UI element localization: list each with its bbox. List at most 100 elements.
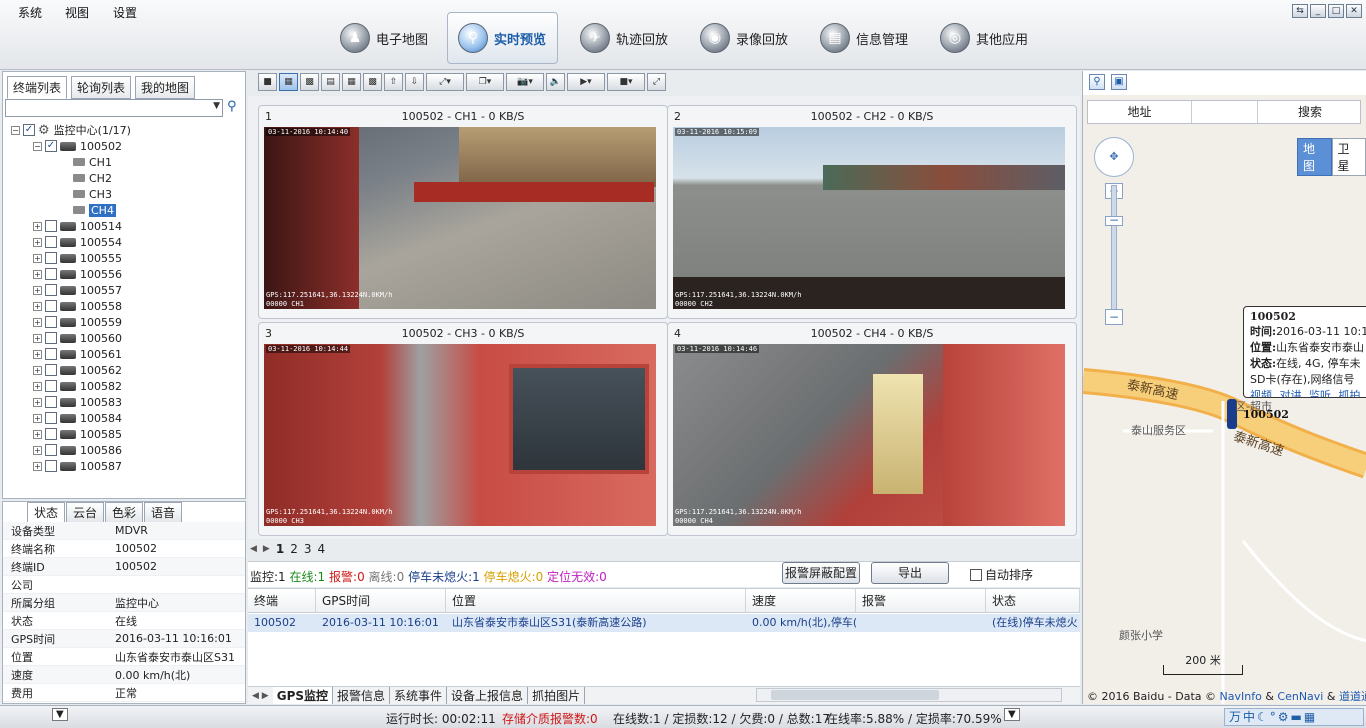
restore-icon[interactable]: ⇆ bbox=[1292, 4, 1308, 18]
terminal-search-input[interactable]: ▼ bbox=[5, 99, 223, 117]
tab-status[interactable]: 状态 bbox=[27, 502, 66, 523]
tree-checkbox[interactable] bbox=[45, 300, 57, 312]
horizontal-scrollbar[interactable] bbox=[756, 688, 1062, 702]
video-frame-ch2[interactable]: 03-11-2016 10:15:09 GPS:117.251641,36.13… bbox=[673, 127, 1065, 309]
tree-root[interactable]: − ✓ ⚙ 监控中心(1/17) bbox=[11, 122, 131, 138]
link-listen[interactable]: 监听 bbox=[1309, 389, 1331, 397]
map-pan-control[interactable]: ✥ bbox=[1094, 137, 1134, 177]
search-icon[interactable]: ⚲ bbox=[227, 99, 245, 117]
col-location[interactable]: 位置 bbox=[446, 589, 746, 613]
maximize-icon[interactable]: □ bbox=[1328, 4, 1344, 18]
video-pane-1[interactable]: 1 100502 - CH1 - 0 KB/S 03-11-2016 10:14… bbox=[258, 105, 668, 319]
tree-checkbox[interactable] bbox=[45, 236, 57, 248]
tree-device[interactable]: +100583 bbox=[33, 394, 122, 410]
tree-device-expanded[interactable]: − ✓ 100502 bbox=[33, 138, 122, 154]
map-type-satellite[interactable]: 卫星 bbox=[1331, 138, 1366, 176]
tree-device[interactable]: +100557 bbox=[33, 282, 122, 298]
col-status[interactable]: 状态 bbox=[986, 589, 1080, 613]
tab-other-apps[interactable]: ◎ 其他应用 bbox=[930, 12, 1038, 64]
tree-checkbox[interactable] bbox=[45, 412, 57, 424]
menu-system[interactable]: 系统 bbox=[18, 4, 42, 21]
layout-4-icon[interactable]: ▦ bbox=[279, 73, 298, 91]
zoom-slider-track[interactable] bbox=[1111, 185, 1117, 315]
tab-color[interactable]: 色彩 bbox=[105, 502, 144, 523]
layout-1-icon[interactable]: ■ bbox=[258, 73, 277, 91]
snapshot-camera-icon[interactable]: 📷▾ bbox=[506, 73, 544, 91]
tree-checkbox[interactable] bbox=[45, 268, 57, 280]
menu-settings[interactable]: 设置 bbox=[113, 4, 137, 21]
expand-icon[interactable]: + bbox=[33, 445, 42, 455]
tree-device[interactable]: +100556 bbox=[33, 266, 122, 282]
tree-checkbox[interactable] bbox=[45, 220, 57, 232]
speaker-icon[interactable]: 🔈 bbox=[546, 73, 565, 91]
alarm-shield-config-button[interactable]: 报警屏蔽配置 bbox=[782, 562, 860, 584]
tab-my-map[interactable]: 我的地图 bbox=[135, 76, 196, 99]
tree-device[interactable]: +100561 bbox=[33, 346, 122, 362]
tree-checkbox[interactable]: ✓ bbox=[23, 124, 35, 136]
expand-icon[interactable]: + bbox=[33, 365, 42, 375]
map-search-icon[interactable]: ⚲ bbox=[1089, 74, 1105, 90]
tab-device-reports[interactable]: 设备上报信息 bbox=[447, 687, 529, 704]
tree-device[interactable]: +100559 bbox=[33, 314, 122, 330]
expand-icon[interactable]: + bbox=[33, 237, 42, 247]
tree-checkbox[interactable] bbox=[45, 380, 57, 392]
tree-device[interactable]: +100562 bbox=[33, 362, 122, 378]
expand-icon[interactable]: + bbox=[33, 285, 42, 295]
expand-icon[interactable]: + bbox=[33, 381, 42, 391]
play-icon[interactable]: ▶▾ bbox=[567, 73, 605, 91]
tree-device[interactable]: +100584 bbox=[33, 410, 122, 426]
fit-window-icon[interactable]: ⤢▾ bbox=[426, 73, 464, 91]
export-button[interactable]: 导出 bbox=[871, 562, 949, 584]
first-page-icon[interactable]: ◀ bbox=[250, 544, 257, 554]
tree-channel[interactable]: CH2 bbox=[73, 170, 112, 186]
map-address-input[interactable] bbox=[1192, 101, 1258, 123]
link-snapshot[interactable]: 抓拍 bbox=[1339, 389, 1361, 397]
expand-icon[interactable]: + bbox=[33, 413, 42, 423]
expand-icon[interactable]: + bbox=[33, 349, 42, 359]
video-pane-4[interactable]: 4 100502 - CH4 - 0 KB/S 03-11-2016 10:14… bbox=[667, 322, 1077, 536]
close-icon[interactable]: ✕ bbox=[1346, 4, 1362, 18]
tab-electronic-map[interactable]: ♟ 电子地图 bbox=[330, 12, 438, 64]
page-tab-1[interactable]: 1 bbox=[276, 542, 284, 556]
tree-device[interactable]: +100586 bbox=[33, 442, 122, 458]
page-up-icon[interactable]: ⇧ bbox=[384, 73, 403, 91]
expand-icon[interactable]: + bbox=[33, 269, 42, 279]
expand-icon[interactable]: + bbox=[33, 429, 42, 439]
expand-icon[interactable]: + bbox=[33, 461, 42, 471]
tree-checkbox[interactable] bbox=[45, 460, 57, 472]
zoom-out-button[interactable]: − bbox=[1105, 309, 1123, 325]
tree-device[interactable]: +100582 bbox=[33, 378, 122, 394]
video-frame-ch1[interactable]: 03-11-2016 10:14:40 GPS:117.251641,36.13… bbox=[264, 127, 656, 309]
tab-voice[interactable]: 语音 bbox=[144, 502, 183, 523]
video-pane-2[interactable]: 2 100502 - CH2 - 0 KB/S 03-11-2016 10:15… bbox=[667, 105, 1077, 319]
status-dropdown-icon-2[interactable]: ▼ bbox=[1004, 708, 1020, 721]
video-frame-ch4[interactable]: 03-11-2016 10:14:46 GPS:117.251641,36.13… bbox=[673, 344, 1065, 526]
tree-channel[interactable]: CH4 bbox=[73, 202, 116, 218]
tree-device[interactable]: +100514 bbox=[33, 218, 122, 234]
window-mode-icon[interactable]: ❐▾ bbox=[466, 73, 504, 91]
tab-video-playback[interactable]: ◉ 录像回放 bbox=[690, 12, 798, 64]
tree-channel[interactable]: CH1 bbox=[73, 154, 112, 170]
tab-track-playback[interactable]: ✈ 轨迹回放 bbox=[570, 12, 678, 64]
status-dropdown-icon[interactable]: ▼ bbox=[52, 708, 68, 721]
tree-checkbox[interactable] bbox=[45, 396, 57, 408]
page-tab-3[interactable]: 3 bbox=[304, 542, 312, 556]
tree-device[interactable]: +100558 bbox=[33, 298, 122, 314]
link-cennavi[interactable]: CenNavi bbox=[1277, 690, 1323, 703]
tab-live-preview[interactable]: ⚲ 实时预览 bbox=[447, 12, 558, 64]
auto-sort-checkbox[interactable] bbox=[970, 568, 982, 581]
map-panel[interactable]: ⚲ ▣ 地址 搜索 地图 卫星 ✥ + − − 泰新高速 泰新高速 泰山服务区 … bbox=[1082, 71, 1366, 704]
layout-16-icon[interactable]: ▩ bbox=[363, 73, 382, 91]
tree-checkbox[interactable] bbox=[45, 348, 57, 360]
tab-ptz[interactable]: 云台 bbox=[66, 502, 105, 523]
tree-checkbox[interactable] bbox=[45, 316, 57, 328]
collapse-icon[interactable]: − bbox=[11, 125, 20, 135]
link-intercom[interactable]: 对讲 bbox=[1280, 389, 1302, 397]
expand-icon[interactable]: + bbox=[33, 333, 42, 343]
tree-device[interactable]: +100587 bbox=[33, 458, 122, 474]
map-type-map[interactable]: 地图 bbox=[1297, 138, 1332, 176]
last-page-icon[interactable]: ▶ bbox=[263, 544, 270, 554]
page-tab-4[interactable]: 4 bbox=[317, 542, 325, 556]
tree-checkbox[interactable] bbox=[45, 364, 57, 376]
tab-snapshots[interactable]: 抓拍图片 bbox=[528, 687, 586, 704]
